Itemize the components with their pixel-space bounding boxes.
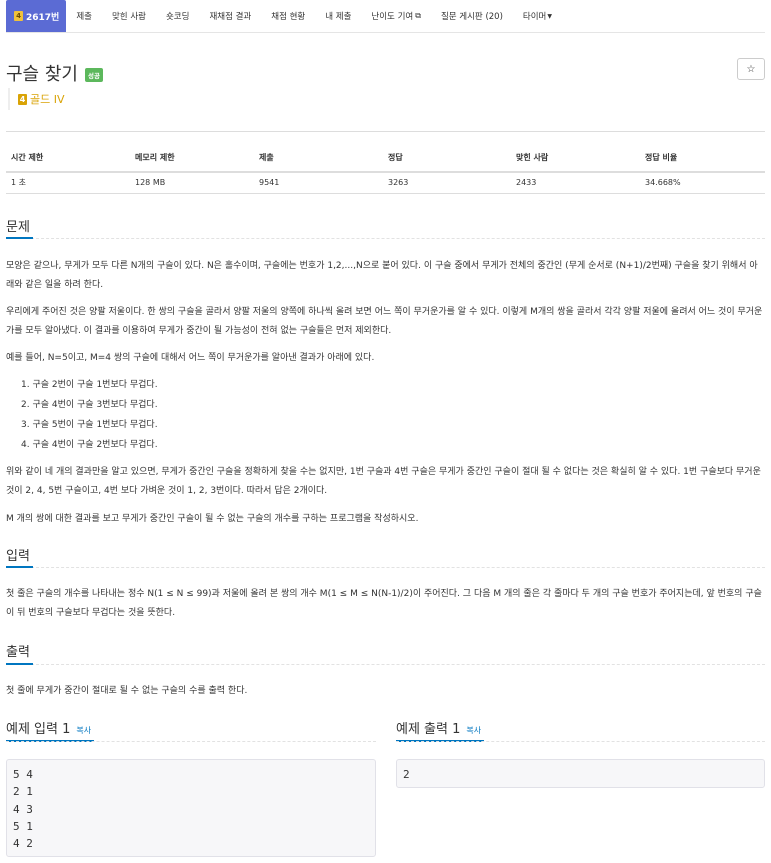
output-heading: 출력 [6,645,30,660]
nav-solved-users-label: 맞힌 사람 [111,12,146,22]
nav-submit-label: 제출 [76,12,92,22]
sample-input-title: 예제 입력 1 [6,722,71,737]
list-item-text: 구슬 4번이 구슬 3번보다 무겁다. [32,400,158,410]
info-value-cell: 128 MB [130,171,254,194]
sample-output-divider [396,741,765,742]
nav-judge-status-label: 채점 현황 [271,12,306,22]
list-item-text: 구슬 2번이 구슬 1번보다 무겁다. [32,380,158,390]
nav-rejudge-results-label: 재채점 결과 [209,12,252,22]
info-value-cell: 2433 [511,171,640,194]
nav-short-coding-label: 숏코딩 [165,12,190,22]
star-icon: ☆ [746,63,756,75]
input-heading-underline [6,566,33,568]
sample-output-box[interactable]: 2 [396,759,765,788]
output-heading-underline [6,663,33,665]
description-paragraph: 우리에게 주어진 것은 양팔 저울이다. 한 쌍의 구슬을 골라서 양팔 저울의… [6,307,763,336]
list-item: 4. 구슬 4번이 구슬 2번보다 무겁다. [21,435,158,455]
list-item: 2. 구슬 4번이 구슬 3번보다 무겁다. [21,395,158,415]
sample-input-box[interactable]: 5 4 2 1 4 3 5 1 4 2 [6,759,376,857]
copy-sample-output-link[interactable]: 복사 [466,725,481,736]
nav-timer-label: 타이머 [522,12,547,22]
info-header-cell: 맞힌 사람 [511,131,640,173]
example-results-list: 1. 구슬 2번이 구슬 1번보다 무겁다. 2. 구슬 4번이 구슬 3번보다… [21,375,158,455]
external-link-icon: ⧉ [415,11,421,20]
info-value-row: 1 초 128 MB 9541 3263 2433 34.668% [6,171,765,194]
sample-output-title: 예제 출력 1 [396,722,461,737]
list-item: 3. 구슬 5번이 구슬 1번보다 무겁다. [21,415,158,435]
copy-sample-input-link[interactable]: 복사 [76,725,91,736]
sample-input-heading: 예제 입력 1 복사 [6,718,91,737]
sample-output-heading: 예제 출력 1 복사 [396,718,481,737]
list-item: 1. 구슬 2번이 구슬 1번보다 무겁다. [21,375,158,395]
info-header-cell: 메모리 제한 [130,131,254,173]
nav-difficulty-contribute[interactable]: 난이도 기여 ⧉ [361,0,431,32]
caret-down-icon: ▼ [547,12,552,20]
sample-input-divider [6,741,376,742]
list-item-number: 2. [21,400,33,410]
nav-judge-status[interactable]: 채점 현황 [261,0,315,32]
info-value-cell: 34.668% [640,171,765,194]
description-paragraph: 모양은 같으나, 무게가 모두 다른 N개의 구슬이 있다. N은 홀수이며, … [6,261,758,290]
description-heading: 문제 [6,220,30,235]
problem-title-row: 구슬 찾기 성공 [6,60,103,86]
description-paragraph: M 개의 쌍에 대한 결과를 보고 무게가 중간인 구슬이 될 수 없는 구슬의… [6,514,419,524]
list-item-number: 4. [21,440,33,450]
problem-nav: 4 2617번 제출 맞힌 사람 숏코딩 재채점 결과 채점 현황 내 제출 난… [6,0,765,33]
input-heading: 입력 [6,549,30,564]
favorite-star-button[interactable]: ☆ [737,58,765,80]
description-heading-underline [6,237,33,239]
input-description: 첫 줄은 구슬의 개수를 나타내는 정수 N(1 ≤ N ≤ 99)과 저울에 … [6,589,762,618]
description-paragraph: 예를 들어, N=5이고, M=4 쌍의 구슬에 대해서 어느 쪽이 무거운가를… [6,353,375,363]
nav-submit[interactable]: 제출 [66,0,102,32]
info-header-cell: 제출 [254,131,383,173]
nav-difficulty-contribute-label: 난이도 기여 [371,12,414,22]
list-item-number: 1. [21,380,33,390]
nav-question-board-label: 질문 게시판 (20) [440,12,503,22]
nav-timer[interactable]: 타이머 ▼ [513,0,562,32]
list-item-text: 구슬 4번이 구슬 2번보다 무겁다. [32,440,158,450]
nav-rejudge-results[interactable]: 재채점 결과 [199,0,261,32]
nav-solved-users[interactable]: 맞힌 사람 [102,0,156,32]
input-divider [6,567,765,568]
list-item-number: 3. [21,420,33,430]
info-header-cell: 시간 제한 [6,131,130,173]
tier-label[interactable]: 골드 IV [30,91,65,107]
problem-info-table: 시간 제한 메모리 제한 제출 정답 맞힌 사람 정답 비율 1 초 128 M… [6,131,765,194]
info-header-row: 시간 제한 메모리 제한 제출 정답 맞힌 사람 정답 비율 [6,131,765,173]
nav-question-board[interactable]: 질문 게시판 (20) [431,0,513,32]
nav-problem-id[interactable]: 4 2617번 [6,0,67,32]
tier-row: 4 골드 IV [8,88,65,110]
problem-title: 구슬 찾기 [6,64,78,85]
nav-my-submissions-label: 내 제출 [325,12,352,22]
list-item-text: 구슬 5번이 구슬 1번보다 무겁다. [32,420,158,430]
tier-icon: 4 [18,93,27,105]
nav-my-submissions[interactable]: 내 제출 [315,0,361,32]
output-divider [6,664,765,665]
info-value-cell: 3263 [383,171,511,194]
status-badge: 성공 [84,68,103,82]
description-paragraph: 위와 같이 네 개의 결과만을 알고 있으면, 무게가 중간인 구슬을 정확하게… [6,467,761,496]
nav-short-coding[interactable]: 숏코딩 [156,0,199,32]
info-header-cell: 정답 비율 [640,131,765,173]
description-divider [6,238,765,239]
info-header-cell: 정답 [383,131,511,173]
nav-problem-id-label: 2617번 [26,12,60,23]
medal-icon: 4 [14,11,23,21]
output-description: 첫 줄에 무게가 중간이 절대로 될 수 없는 구슬의 수를 출력 한다. [6,686,248,696]
info-value-cell: 1 초 [6,171,130,194]
info-value-cell: 9541 [254,171,383,194]
